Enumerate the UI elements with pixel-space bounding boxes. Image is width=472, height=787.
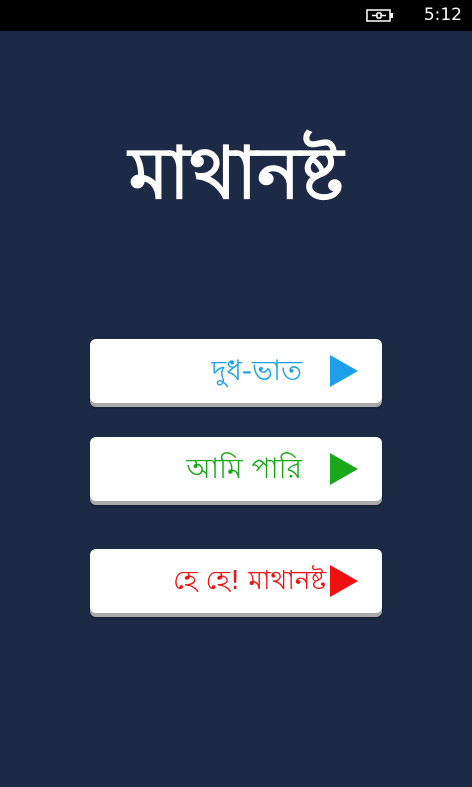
- battery-charging-icon: [366, 9, 393, 22]
- status-bar: 5:12: [0, 0, 472, 31]
- status-clock: 5:12: [423, 5, 462, 25]
- play-dudh-bhat-button[interactable]: দুধ-ভাত: [90, 339, 382, 403]
- play-he-he-mathanoshto-button[interactable]: হে হে! মাথানষ্ট: [90, 549, 382, 613]
- play-icon: [330, 453, 358, 485]
- play-ami-pari-button[interactable]: আমি পারি: [90, 437, 382, 501]
- play-icon: [330, 565, 358, 597]
- button-label-dudh-bhat: দুধ-ভাত: [211, 354, 303, 387]
- button-label-he-he-mathanoshto: হে হে! মাথানষ্ট: [173, 566, 326, 596]
- button-label-ami-pari: আমি পারি: [186, 452, 302, 485]
- play-icon: [330, 355, 358, 387]
- app-title: মাথানষ্ট: [128, 131, 344, 215]
